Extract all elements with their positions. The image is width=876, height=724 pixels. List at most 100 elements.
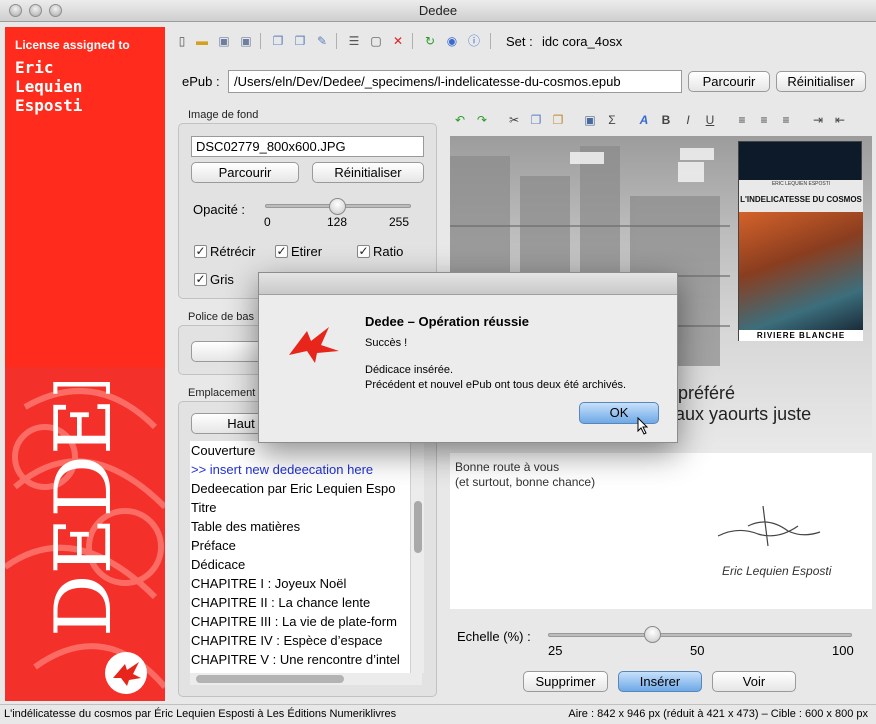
background-browse-button[interactable]: Parcourir xyxy=(191,162,299,183)
status-right-text: Aire : 842 x 946 px (réduit à 421 x 473)… xyxy=(568,708,868,720)
opacity-max: 255 xyxy=(389,215,410,229)
italic-icon[interactable]: I xyxy=(680,112,696,128)
stretch-checkbox[interactable]: ✓ Etirer xyxy=(275,244,322,259)
set-label: Set : xyxy=(506,34,533,49)
outdent-icon[interactable]: ⇤ xyxy=(832,112,848,128)
scale-slider-knob[interactable] xyxy=(644,626,661,643)
format-toolbar: ↶ ↷ ✂ ❐ ❐ ▣ Σ A B I U ≡ ≡ ≡ ⇥ ⇤ xyxy=(452,112,852,130)
dialog-success-text: Succès ! xyxy=(365,337,408,349)
gray-checkbox[interactable]: ✓ Gris xyxy=(194,272,234,287)
chapter-list-item[interactable]: Titre xyxy=(190,498,422,517)
signature-name: Eric Lequien Esposti xyxy=(722,564,832,578)
background-reset-button[interactable]: Réinitialiser xyxy=(312,162,424,183)
book-cover-image: ERIC LEQUIEN ESPOSTI L'INDELICATESSE DU … xyxy=(738,141,863,341)
new-document-icon[interactable]: ▯ xyxy=(174,33,190,49)
chapter-list-item[interactable]: CHAPITRE III : La vie de plate-form xyxy=(190,612,422,631)
list-icon[interactable]: ☰ xyxy=(346,33,362,49)
scale-label: Echelle (%) : xyxy=(457,629,531,644)
window-icon[interactable]: ▢ xyxy=(368,33,384,49)
save-icon[interactable]: ▣ xyxy=(216,33,232,49)
background-filename-input[interactable]: DSC02779_800x600.JPG xyxy=(191,136,424,157)
paste-icon[interactable]: ❐ xyxy=(292,33,308,49)
scale-max: 100 xyxy=(832,643,854,658)
open-folder-icon[interactable]: ▬ xyxy=(194,33,210,49)
align-left-icon[interactable]: ≡ xyxy=(734,112,750,128)
copy-icon[interactable]: ❐ xyxy=(528,112,544,128)
mouse-cursor-icon xyxy=(637,417,649,435)
shrink-checkbox[interactable]: ✓ Rétrécir xyxy=(194,244,256,259)
chapter-list-item[interactable]: Dedeecation par Eric Lequien Espo xyxy=(190,479,422,498)
checkmark-icon: ✓ xyxy=(275,244,288,258)
chapter-list-hscrollbar[interactable] xyxy=(190,673,422,685)
opacity-slider-knob[interactable] xyxy=(329,198,346,215)
opacity-min: 0 xyxy=(264,215,271,229)
copy-icon[interactable]: ❐ xyxy=(270,33,286,49)
store-text-line1: préféré xyxy=(678,383,736,403)
signature-image xyxy=(717,505,821,547)
align-right-icon[interactable]: ≡ xyxy=(778,112,794,128)
chapter-list[interactable]: Couverture >> insert new dedeecation here… xyxy=(190,441,422,673)
indent-icon[interactable]: ⇥ xyxy=(810,112,826,128)
placement-title: Emplacement xyxy=(188,387,256,399)
chapter-list-item[interactable]: Dédicace xyxy=(190,555,422,574)
dialog-message: Dédicace insérée. Précédent et nouvel eP… xyxy=(365,364,627,391)
opacity-label: Opacité : xyxy=(193,202,246,217)
image-icon[interactable]: ▣ xyxy=(582,112,598,128)
refresh-icon[interactable]: ↻ xyxy=(422,33,438,49)
background-image-title: Image de fond xyxy=(188,109,259,121)
epub-label: ePub : xyxy=(182,74,220,89)
help-icon[interactable]: ◉ xyxy=(444,33,460,49)
font-icon[interactable]: A xyxy=(636,112,652,128)
epub-path-input[interactable]: /Users/eln/Dev/Dedee/_specimens/l-indeli… xyxy=(228,70,682,93)
dialog-title: Dedee – Opération réussie xyxy=(365,314,530,329)
epub-browse-button[interactable]: Parcourir xyxy=(688,71,770,92)
info-icon[interactable]: ⓘ xyxy=(466,33,482,49)
sigma-icon[interactable]: Σ xyxy=(604,112,620,128)
delete-button[interactable]: Supprimer xyxy=(523,671,608,692)
tools-icon[interactable]: ✎ xyxy=(314,33,330,49)
align-center-icon[interactable]: ≡ xyxy=(756,112,772,128)
license-name: Eric Lequien Esposti xyxy=(15,58,83,115)
epub-reset-button[interactable]: Réinitialiser xyxy=(776,71,866,92)
chapter-list-item[interactable]: >> insert new dedeecation here xyxy=(190,460,422,479)
dedication-message: Bonne route à vous (et surtout, bonne ch… xyxy=(455,460,596,489)
checkmark-icon: ✓ xyxy=(194,244,207,258)
window-title: Dedee xyxy=(418,3,458,18)
chapter-list-item[interactable]: CHAPITRE II : La chance lente xyxy=(190,593,422,612)
save-all-icon[interactable]: ▣ xyxy=(238,33,254,49)
chapter-list-item[interactable]: Couverture xyxy=(190,441,422,460)
redo-icon[interactable]: ↷ xyxy=(474,112,490,128)
chapter-list-vscrollbar[interactable] xyxy=(410,441,424,673)
undo-icon[interactable]: ↶ xyxy=(452,112,468,128)
dialog-titlebar xyxy=(259,273,677,295)
delete-icon[interactable]: ✕ xyxy=(390,33,406,49)
status-bar: L'indélicatesse du cosmos par Éric Lequi… xyxy=(0,704,876,724)
chapter-list-item[interactable]: CHAPITRE V : Une rencontre d’intel xyxy=(190,650,422,669)
chapter-list-item[interactable]: CHAPITRE I : Joyeux Noël xyxy=(190,574,422,593)
success-dialog: Dedee – Opération réussie Succès ! Dédic… xyxy=(258,272,678,443)
dedee-logo-icon xyxy=(105,652,147,694)
chapter-list-item[interactable]: Préface xyxy=(190,536,422,555)
svg-text:DEDEE: DEDEE xyxy=(40,382,129,637)
paste-icon[interactable]: ❐ xyxy=(550,112,566,128)
insert-button[interactable]: Insérer xyxy=(618,671,702,692)
underline-icon[interactable]: U xyxy=(702,112,718,128)
ratio-checkbox[interactable]: ✓ Ratio xyxy=(357,244,403,259)
set-value: idc cora_4osx xyxy=(542,34,623,49)
bold-icon[interactable]: B xyxy=(658,112,674,128)
font-group-title: Police de bas xyxy=(188,311,255,323)
scale-min: 25 xyxy=(548,643,563,658)
opacity-mid: 128 xyxy=(327,215,348,229)
chapter-list-item[interactable]: Table des matières xyxy=(190,517,422,536)
checkmark-icon: ✓ xyxy=(194,272,207,286)
status-left-text: L'indélicatesse du cosmos par Éric Lequi… xyxy=(4,708,397,720)
license-panel: License assigned to Eric Lequien Esposti… xyxy=(5,27,165,701)
cut-icon[interactable]: ✂ xyxy=(506,112,522,128)
checkmark-icon: ✓ xyxy=(357,244,370,258)
chapter-list-item[interactable]: CHAPITRE IV : Espèce d’espace xyxy=(190,631,422,650)
scale-slider-track[interactable] xyxy=(548,633,852,637)
view-button[interactable]: Voir xyxy=(712,671,796,692)
scale-mid: 50 xyxy=(690,643,705,658)
dedee-brand-text: DEDEE xyxy=(40,382,129,637)
main-toolbar: ▯ ▬ ▣ ▣ ❐ ❐ ✎ ☰ ▢ ✕ ↻ ◉ ⓘ Set : idc cora… xyxy=(172,31,872,53)
